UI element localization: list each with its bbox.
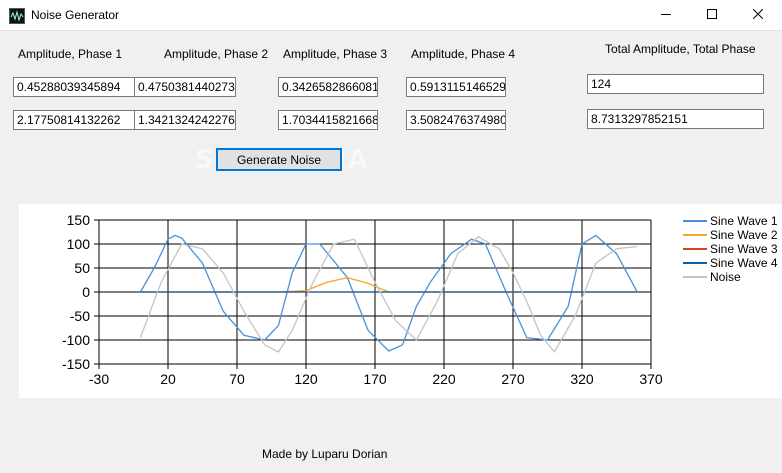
- phase-3-input[interactable]: 1.70344158216683: [278, 110, 378, 130]
- x-tick-label: 370: [639, 371, 663, 387]
- title-bar: Noise Generator: [0, 0, 782, 31]
- x-tick-label: -30: [89, 371, 109, 387]
- label-amplitude-phase-1: Amplitude, Phase 1: [18, 47, 123, 61]
- y-tick-label: -50: [70, 308, 90, 324]
- amplitude-2-input[interactable]: 0.47503814402736: [134, 77, 236, 97]
- amplitude-1-input[interactable]: 0.45288039345894: [13, 77, 139, 97]
- legend-label: Sine Wave 3: [710, 242, 778, 256]
- x-tick-label: 70: [229, 371, 245, 387]
- label-total-amplitude-phase: Total Amplitude, Total Phase: [605, 42, 756, 56]
- y-tick-label: 100: [67, 236, 91, 252]
- y-tick-label: 50: [74, 260, 90, 276]
- minimize-button[interactable]: [643, 0, 689, 30]
- legend-label: Noise: [710, 270, 741, 284]
- phase-4-input[interactable]: 3.50824763749804: [406, 110, 506, 130]
- chart-area: 150 100 50 0 -50 -100 -150 -30 20 70 120 170 220 270 3…: [19, 204, 782, 398]
- total-amplitude-input[interactable]: 124: [587, 74, 764, 94]
- minimize-icon: [661, 8, 671, 22]
- series-line-2: [140, 276, 638, 293]
- series-line-5: [139, 236, 638, 353]
- x-tick-label: 270: [501, 371, 525, 387]
- window-title: Noise Generator: [31, 8, 120, 22]
- y-tick-label: -150: [62, 356, 90, 372]
- amplitude-4-input[interactable]: 0.59131151465294: [406, 77, 506, 97]
- phase-1-input[interactable]: 2.17750814132262: [13, 110, 139, 130]
- y-tick-label: 150: [67, 212, 91, 228]
- noise-chart: 150 100 50 0 -50 -100 -150-30 20 70 120 170 220 270 3…: [62, 212, 778, 387]
- app-icon: [9, 8, 25, 24]
- x-tick-label: 170: [363, 371, 387, 387]
- label-amplitude-phase-3: Amplitude, Phase 3: [283, 47, 388, 61]
- x-tick-label: 320: [570, 371, 594, 387]
- close-button[interactable]: [735, 0, 781, 30]
- total-phase-input[interactable]: 8.7313297852151: [587, 109, 764, 129]
- footer-credit: Made by Luparu Dorian: [262, 447, 388, 461]
- label-amplitude-phase-4: Amplitude, Phase 4: [411, 47, 516, 61]
- x-tick-label: 220: [432, 371, 456, 387]
- label-amplitude-phase-2: Amplitude, Phase 2: [164, 47, 269, 61]
- y-tick-label: -100: [62, 332, 90, 348]
- y-tick-label: 0: [82, 284, 90, 300]
- generate-noise-button[interactable]: Generate Noise: [216, 148, 342, 171]
- legend-label: Sine Wave 4: [710, 256, 778, 270]
- legend-label: Sine Wave 1: [710, 214, 778, 228]
- phase-2-input[interactable]: 1.34213242422762: [134, 110, 236, 130]
- series-line-1: [139, 234, 638, 352]
- x-tick-label: 120: [294, 371, 318, 387]
- maximize-button[interactable]: [689, 0, 735, 30]
- x-tick-label: 20: [160, 371, 176, 387]
- close-icon: [752, 8, 764, 22]
- legend-label: Sine Wave 2: [710, 228, 778, 242]
- maximize-icon: [707, 8, 717, 22]
- amplitude-3-input[interactable]: 0.34265828660813: [278, 77, 378, 97]
